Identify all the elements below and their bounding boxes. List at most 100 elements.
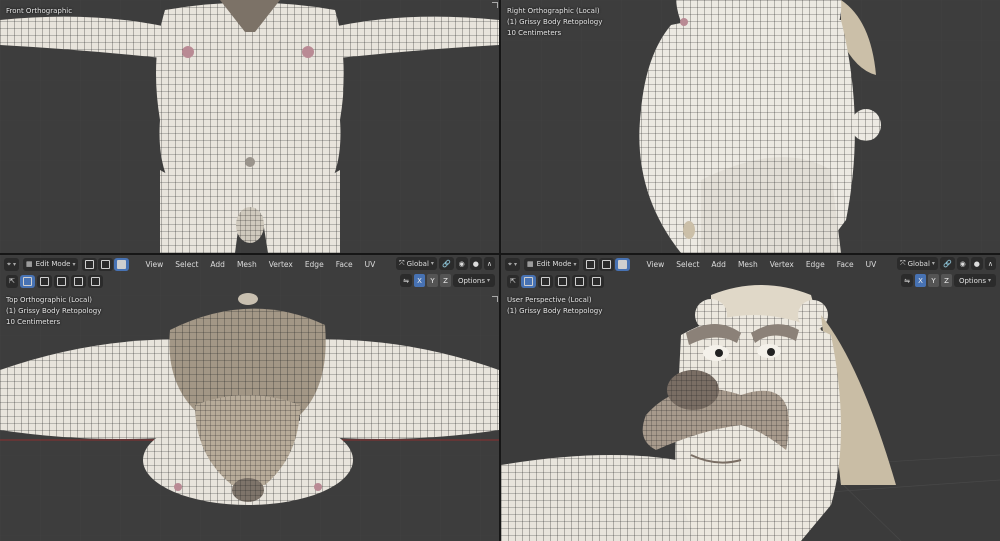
pivot-point-button[interactable]: 🔗 [939,257,955,270]
viewport-front-ortho[interactable]: Front Orthographic [0,0,499,253]
editor-type-button[interactable]: ⌖ ▾ [505,257,520,271]
menu-uv[interactable]: UV [361,260,380,269]
chevron-down-icon: ▾ [430,260,434,267]
area-corner-handle[interactable] [492,2,498,8]
vertex-select-button[interactable] [583,257,599,271]
menu-uv[interactable]: UV [862,260,881,269]
menu-add[interactable]: Add [206,260,229,269]
persp-object-name: (1) Grissy Body Retopology [507,307,603,315]
mirror-z-toggle[interactable]: Z [940,274,952,287]
mirror-y-toggle[interactable]: Y [426,274,438,287]
viewport-top-ortho[interactable]: ⌖ ▾ ▦ Edit Mode ▾ View Select Add Mesh Ve… [0,255,499,541]
right-object-name: (1) Grissy Body Retopology [507,18,603,26]
orientation-icon: ⤧ [899,259,906,267]
select-subtract-button[interactable] [554,274,570,288]
front-view-name: Front Orthographic [6,7,73,15]
proportional-icon: ● [973,259,980,268]
front-mesh-scene [0,0,499,253]
menu-mesh[interactable]: Mesh [734,260,762,269]
viewport-user-perspective[interactable]: ⌖ ▾ ▦ Edit Mode ▾ View Select Add Mesh Ve… [501,255,1000,541]
menu-add[interactable]: Add [707,260,730,269]
mode-label: Edit Mode [35,260,71,268]
falloff-button[interactable]: ∧ [984,257,996,270]
edge-select-icon [101,259,111,269]
edge-select-button[interactable] [98,257,114,271]
face-select-icon [117,259,127,269]
select-invert-button[interactable] [70,274,86,288]
mirror-x-toggle[interactable]: X [914,274,926,287]
falloff-icon: ∧ [486,259,492,268]
mode-selector[interactable]: ▦ Edit Mode ▾ [22,257,79,271]
select-box-icon [22,276,32,286]
snap-button[interactable]: ◉ [956,257,969,270]
orientation-icon: ⤧ [398,259,405,267]
transform-orientation-dropdown[interactable]: ⤧ Global ▾ [896,257,938,270]
tool-settings-button[interactable]: ⇱ [507,274,519,288]
viewport-divider-vertical[interactable] [499,0,501,541]
viewport-divider-horizontal[interactable] [0,253,1000,255]
transform-orientation-dropdown[interactable]: ⤧ Global ▾ [395,257,437,270]
face-select-button[interactable] [114,257,130,271]
pivot-point-button[interactable]: 🔗 [438,257,454,270]
falloff-button[interactable]: ∧ [483,257,495,270]
editor-type-button[interactable]: ⌖ ▾ [4,257,19,271]
edge-select-icon [602,259,612,269]
mirror-y-toggle[interactable]: Y [927,274,939,287]
area-corner-handle[interactable] [492,296,498,302]
menu-view[interactable]: View [642,260,668,269]
orientation-label: Global [406,259,429,268]
proportional-icon: ● [472,259,479,268]
select-box-button[interactable] [520,274,536,288]
proportional-edit-button[interactable]: ● [469,257,482,270]
magnet-icon: ◉ [458,259,465,268]
top-object-name: (1) Grissy Body Retopology [6,307,102,315]
menu-mesh[interactable]: Mesh [233,260,261,269]
select-intersect-button[interactable] [87,274,103,288]
mirror-button[interactable]: ⇋ [901,274,913,287]
proportional-edit-button[interactable]: ● [970,257,983,270]
menu-face[interactable]: Face [833,260,858,269]
snap-button[interactable]: ◉ [455,257,468,270]
options-dropdown[interactable]: Options ▾ [452,274,495,287]
select-subtract-button[interactable] [53,274,69,288]
options-label: Options [457,276,485,285]
mirror-x-toggle[interactable]: X [413,274,425,287]
orientation-label: Global [907,259,930,268]
persp-viewport-header: ⌖ ▾ ▦ Edit Mode ▾ View Select Add Mesh Ve… [501,255,1000,273]
viewport-right-ortho[interactable]: Right Orthographic (Local) (1) Grissy Bo… [501,0,1000,253]
mode-selector[interactable]: ▦ Edit Mode ▾ [523,257,580,271]
options-dropdown[interactable]: Options ▾ [953,274,996,287]
menu-vertex[interactable]: Vertex [766,260,798,269]
menu-select[interactable]: Select [672,260,703,269]
menu-select[interactable]: Select [171,260,202,269]
cursor-tool-icon: ⇱ [9,277,15,285]
top-scale-label: 10 Centimeters [6,318,61,326]
mirror-icon: ⇋ [403,276,409,285]
face-select-button[interactable] [615,257,631,271]
select-box-button[interactable] [19,274,35,288]
vertex-select-icon [586,259,596,269]
top-viewport-toolbar: ⇱ ⇋ X Y Z Options ▾ [0,273,499,289]
chevron-down-icon: ▾ [573,260,577,268]
select-invert-button[interactable] [571,274,587,288]
menu-view[interactable]: View [141,260,167,269]
select-intersect-button[interactable] [588,274,604,288]
select-subtract-icon [557,276,567,286]
chevron-down-icon: ▾ [486,277,490,284]
select-extend-button[interactable] [537,274,553,288]
menu-edge[interactable]: Edge [301,260,328,269]
cursor-tool-icon: ⇱ [510,277,516,285]
mirror-z-toggle[interactable]: Z [439,274,451,287]
top-view-name: Top Orthographic (Local) [6,296,93,304]
edge-select-button[interactable] [599,257,615,271]
vertex-select-icon [85,259,95,269]
menu-vertex[interactable]: Vertex [265,260,297,269]
select-extend-button[interactable] [36,274,52,288]
mirror-button[interactable]: ⇋ [400,274,412,287]
menu-face[interactable]: Face [332,260,357,269]
link-icon: 🔗 [441,259,451,268]
select-box-icon [523,276,533,286]
menu-edge[interactable]: Edge [802,260,829,269]
tool-settings-button[interactable]: ⇱ [6,274,18,288]
vertex-select-button[interactable] [82,257,98,271]
